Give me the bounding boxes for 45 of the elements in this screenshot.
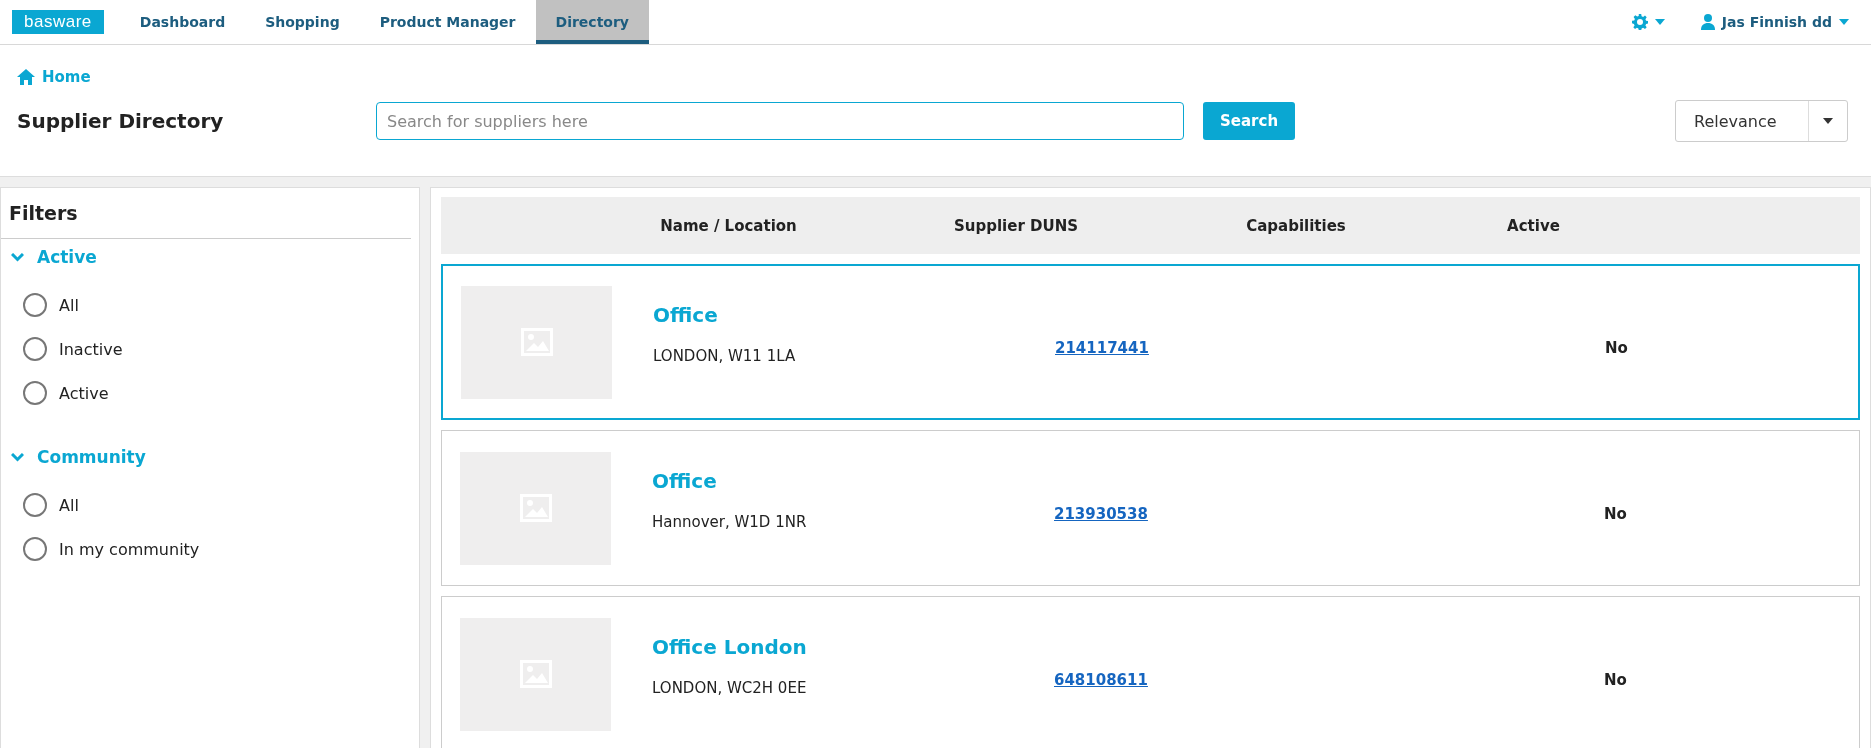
radio-button[interactable] bbox=[23, 293, 47, 317]
active-value: No bbox=[1605, 339, 1628, 357]
nav-tab[interactable]: Shopping bbox=[245, 0, 360, 44]
duns-link[interactable]: 213930538 bbox=[1054, 505, 1148, 523]
filters-title: Filters bbox=[1, 188, 411, 239]
radio-option[interactable]: All bbox=[23, 293, 409, 317]
supplier-location: LONDON, W11 1LA bbox=[653, 347, 797, 365]
chevron-icon bbox=[11, 252, 24, 262]
supplier-card[interactable]: Office London LONDON, WC2H 0EE 648108611 No bbox=[441, 596, 1860, 748]
duns-link[interactable]: 648108611 bbox=[1054, 671, 1148, 689]
settings-menu-button[interactable] bbox=[1631, 14, 1665, 30]
supplier-card[interactable]: Office Hannover, W1D 1NR 213930538 No bbox=[441, 430, 1860, 586]
supplier-card[interactable]: Office LONDON, W11 1LA 214117441 No bbox=[441, 264, 1860, 420]
home-icon bbox=[17, 69, 35, 85]
active-value: No bbox=[1604, 671, 1627, 689]
page-title: Supplier Directory bbox=[17, 109, 225, 133]
nav-tab[interactable]: Dashboard bbox=[119, 0, 246, 44]
radio-button[interactable] bbox=[23, 337, 47, 361]
settings-icon bbox=[1631, 14, 1648, 30]
sort-dropdown[interactable]: Relevance bbox=[1675, 100, 1848, 142]
column-header: Supplier DUNS bbox=[953, 216, 1079, 235]
nav-tab[interactable]: Directory bbox=[535, 0, 649, 44]
radio-option[interactable]: Inactive bbox=[23, 337, 409, 361]
sort-value: Relevance bbox=[1693, 110, 1778, 133]
active-value: No bbox=[1604, 505, 1627, 523]
duns-link[interactable]: 214117441 bbox=[1055, 339, 1149, 357]
caret-icon bbox=[1823, 118, 1833, 124]
radio-option[interactable]: Active bbox=[23, 381, 409, 405]
radio-option[interactable]: In my community bbox=[23, 537, 409, 561]
caret-icon bbox=[1839, 19, 1849, 25]
nav-tab[interactable]: Product Manager bbox=[359, 0, 536, 44]
supplier-location: Hannover, W1D 1NR bbox=[652, 513, 808, 531]
search-field[interactable]: Search for suppliers here bbox=[376, 102, 1184, 140]
column-header: Capabilities bbox=[1245, 216, 1347, 235]
column-header: Name / Location bbox=[659, 216, 798, 235]
caret-icon bbox=[1654, 19, 1665, 25]
radio-option[interactable]: All bbox=[23, 493, 409, 517]
chevron-icon bbox=[11, 452, 24, 462]
radio-button[interactable] bbox=[23, 493, 47, 517]
user-menu-button[interactable]: Jas Finnish dd bbox=[1700, 14, 1849, 30]
radio-button[interactable] bbox=[23, 537, 47, 561]
column-header: Active bbox=[1506, 216, 1561, 235]
user-icon bbox=[1700, 14, 1715, 30]
supplier-location: LONDON, WC2H 0EE bbox=[652, 679, 808, 697]
radio-button[interactable] bbox=[23, 381, 47, 405]
